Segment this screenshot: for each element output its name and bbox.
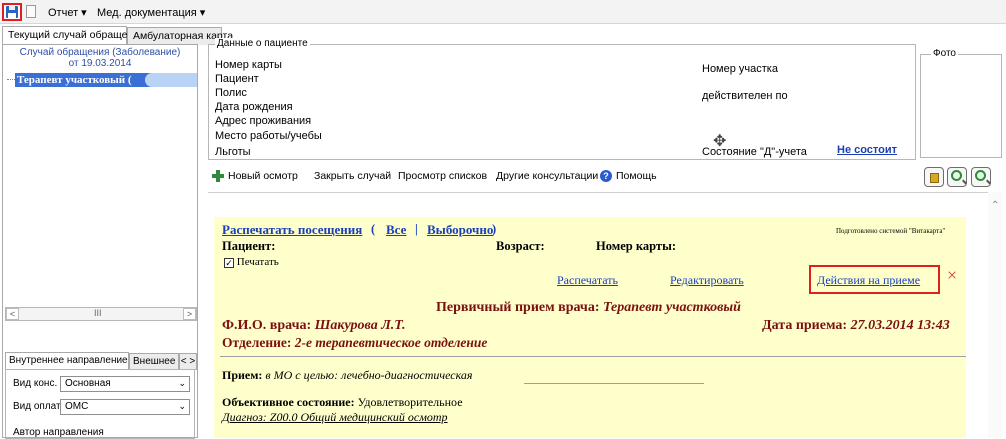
d-status-link[interactable]: Не состоит: [837, 144, 897, 156]
visit-title: Первичный прием врача: Терапевт участков…: [436, 300, 741, 315]
save-button[interactable]: [2, 3, 22, 21]
tab-internal-referral[interactable]: Внутреннее направление: [5, 352, 129, 369]
visit-document: Распечатать посещения ( Все | Выборочно …: [214, 217, 966, 438]
print-visits-link[interactable]: Распечатать посещения: [222, 222, 362, 238]
selective-visits-link[interactable]: Выборочно: [427, 222, 493, 238]
help-icon[interactable]: ?: [600, 170, 612, 182]
help-button[interactable]: Помощь: [616, 170, 657, 182]
chevron-down-icon: ⌄: [178, 401, 186, 411]
zoom-out-button[interactable]: [971, 167, 991, 187]
document-icon[interactable]: [26, 5, 36, 18]
print-link[interactable]: Распечатать: [557, 273, 618, 288]
chevron-down-icon: ⌄: [178, 378, 186, 388]
card-number-label: Номер карты: [215, 59, 282, 71]
note-icon: [930, 173, 939, 183]
redacted-text: [145, 73, 197, 87]
divider: [524, 383, 704, 384]
patient-info-title: Данные о пациенте: [215, 38, 310, 49]
move-cursor-icon: ✥: [713, 133, 727, 150]
tab-current-case[interactable]: Текущий случай обращения: [2, 26, 145, 44]
print-checkbox[interactable]: ✓ Печатать: [224, 256, 279, 268]
notes-button[interactable]: [924, 167, 944, 187]
photo-box: Фото: [920, 48, 1002, 158]
prepared-by-label: Подготовлено системой "Витакарта": [836, 227, 946, 235]
tree-item-therapist[interactable]: Терапевт участковый (: [15, 73, 197, 87]
other-consults-button[interactable]: Другие консультации: [496, 170, 598, 182]
reception-line: Прием: в МО с целью: лечебно-диагностиче…: [222, 368, 473, 382]
patient-label: Пациент: [215, 73, 259, 85]
tab-external-referral[interactable]: Внешнее на: [129, 353, 179, 370]
scroll-thumb[interactable]: III: [94, 308, 102, 318]
benefits-label: Льготы: [215, 146, 251, 158]
doctor-line: Ф.И.О. врача: Шакурова Л.Т.: [222, 318, 406, 333]
scroll-left-icon[interactable]: <: [6, 308, 19, 320]
scroll-up-icon[interactable]: ⌃: [991, 200, 999, 211]
action-bar: Новый осмотр Закрыть случай Просмотр спи…: [208, 165, 1002, 189]
divider: [220, 356, 966, 357]
zoom-out-icon: [975, 170, 986, 181]
case-tree-panel: Случай обращения (Заболевание) от 19.03.…: [2, 44, 198, 439]
checkbox-checked-icon[interactable]: ✓: [224, 258, 234, 268]
tab-outpatient-card[interactable]: Амбулаторная карта: [127, 27, 233, 45]
payment-select[interactable]: ОМС ⌄: [60, 399, 190, 415]
scroll-right-icon[interactable]: >: [183, 308, 196, 320]
referral-author-label: Автор направления: [13, 427, 104, 438]
plus-icon: [212, 170, 224, 182]
new-exam-button[interactable]: Новый осмотр: [228, 170, 298, 182]
view-lists-button[interactable]: Просмотр списков: [398, 170, 487, 182]
close-case-button[interactable]: Закрыть случай: [314, 170, 391, 182]
all-visits-link[interactable]: Все: [386, 222, 406, 238]
work-place-label: Место работы/учебы: [215, 130, 322, 142]
card-field-label: Номер карты:: [596, 239, 676, 253]
patient-info-group: Данные о пациенте Номер карты Пациент По…: [208, 38, 916, 160]
med-docs-menu[interactable]: Мед. документация ▾: [97, 6, 205, 19]
birth-date-label: Дата рождения: [215, 101, 293, 113]
actions-at-visit-link[interactable]: Действия на приеме: [817, 273, 920, 288]
policy-label: Полис: [215, 87, 247, 99]
subtab-scroll-arrows[interactable]: < >: [179, 353, 197, 370]
document-vertical-scrollbar[interactable]: ⌃: [988, 192, 1002, 438]
referral-form: Вид конс. Основная ⌄ Вид оплаты ОМС ⌄ Ав…: [5, 369, 195, 439]
zoom-in-icon: [951, 170, 962, 181]
floppy-disk-icon: [6, 6, 18, 18]
age-field-label: Возраст:: [496, 239, 545, 253]
objective-line: Объективное состояние: Удовлетворительно…: [222, 395, 463, 409]
zoom-in-button[interactable]: [947, 167, 967, 187]
district-number-label: Номер участка: [702, 63, 778, 75]
case-tree-header: Случай обращения (Заболевание) от 19.03.…: [19, 47, 181, 69]
report-menu[interactable]: Отчет ▾: [48, 6, 87, 19]
edit-link[interactable]: Редактировать: [670, 273, 744, 288]
visit-date: Дата приема: 27.03.2014 13:43: [762, 318, 950, 333]
tree-connector: [7, 79, 15, 80]
valid-until-label: действителен по: [702, 90, 788, 102]
tree-horizontal-scrollbar[interactable]: < III >: [5, 307, 197, 321]
department-line: Отделение: 2-е терапевтическое отделение: [222, 335, 488, 350]
diagnosis-line: Диагноз: Z00.0 Общий медицинский осмотр: [222, 410, 448, 424]
top-toolbar: Отчет ▾ Мед. документация ▾: [0, 0, 1006, 24]
photo-label: Фото: [931, 48, 958, 59]
patient-field-label: Пациент:: [222, 239, 276, 253]
address-label: Адрес проживания: [215, 115, 312, 127]
close-icon[interactable]: ×: [947, 265, 957, 286]
consult-type-select[interactable]: Основная ⌄: [60, 376, 190, 392]
consult-type-label: Вид конс.: [13, 378, 58, 389]
